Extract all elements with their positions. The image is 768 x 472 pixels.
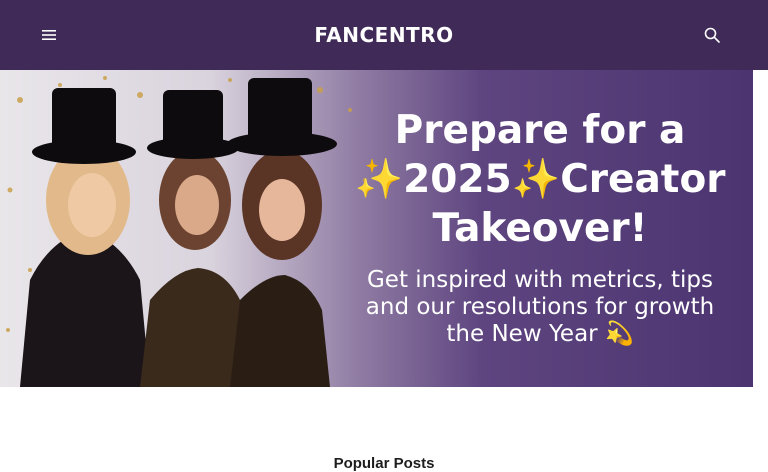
hero-subtitle-line-2: and our resolutions for growth <box>365 294 715 320</box>
hero-banner[interactable]: Prepare for a ✨2025✨Creator Takeover! Ge… <box>0 70 753 387</box>
dizzy-star-icon: 💫 <box>604 321 634 347</box>
search-button[interactable] <box>701 25 723 45</box>
hero-subtitle-line-1: Get inspired with metrics, tips <box>366 267 714 293</box>
hero-title-year: 2025 <box>403 157 512 202</box>
brand-logo-text[interactable]: FANCENTRO <box>314 23 453 47</box>
hero-title-line-2: ✨2025✨Creator <box>320 155 753 204</box>
hero-title-line-1: Prepare for a <box>394 108 686 153</box>
search-icon <box>704 27 720 43</box>
hamburger-menu-icon <box>42 30 56 40</box>
hero-subtitle-line-3-text: the New Year <box>446 321 598 347</box>
brand-logo: FANCENTRO <box>0 0 768 70</box>
sparkles-icon: ✨ <box>511 157 561 202</box>
hero-title-line-3: Takeover! <box>432 206 648 251</box>
hero-subtitle-line-3: the New Year 💫 <box>320 321 753 348</box>
site-header: FANCENTRO <box>0 0 768 70</box>
hero-title-creator: Creator <box>560 157 726 202</box>
menu-button[interactable] <box>38 25 60 45</box>
hero-text-block: Prepare for a ✨2025✨Creator Takeover! Ge… <box>320 106 753 348</box>
sparkles-icon: ✨ <box>354 157 404 202</box>
